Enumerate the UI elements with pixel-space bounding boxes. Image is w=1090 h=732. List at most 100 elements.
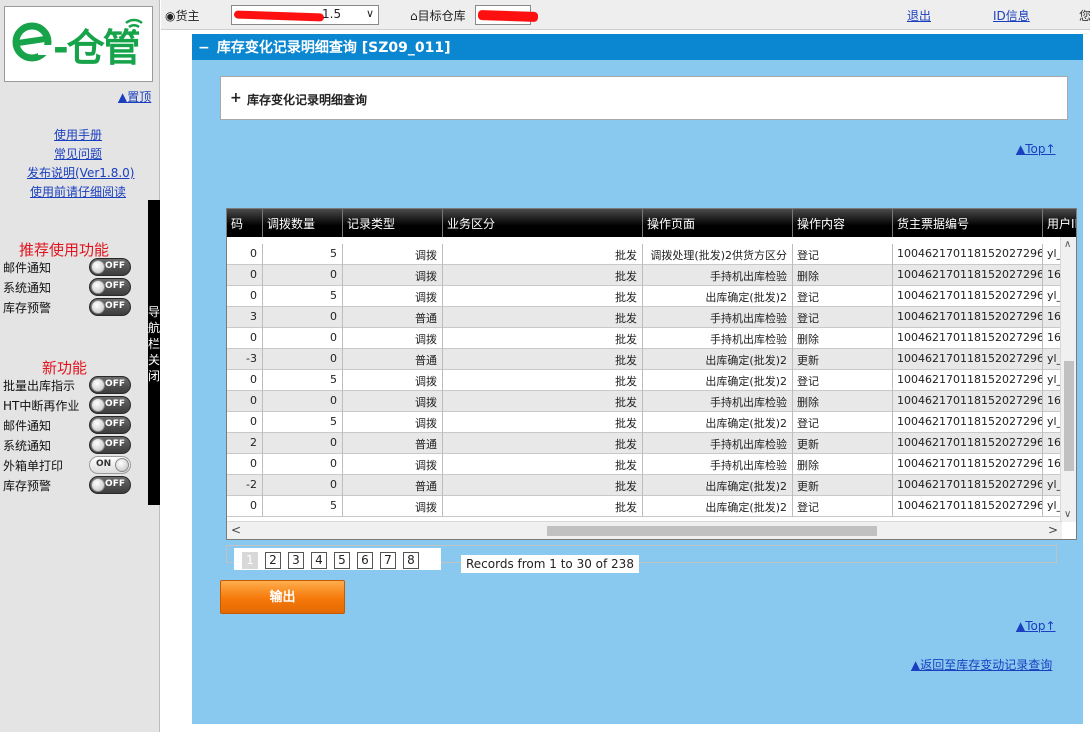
scroll-right-icon[interactable]: >: [1048, 523, 1058, 537]
scroll-left-icon[interactable]: <: [231, 523, 241, 537]
table-row[interactable]: 00调拨批发手持机出库检验删除1004621701181520272960001…: [227, 265, 1062, 286]
release-notes-link[interactable]: 发布说明(Ver1.8.0): [27, 164, 135, 181]
table-row[interactable]: -30普通批发出库确定(批发)2更新1004621701181520272960…: [227, 349, 1062, 370]
toggle-row: 系统通知 OFF: [3, 278, 131, 296]
toggle-knob: [91, 418, 105, 432]
table-row[interactable]: 05调拨批发出库确定(批发)2登记10046217011815202729600…: [227, 370, 1062, 391]
table-cell: 普通: [343, 349, 443, 370]
toggle-label: 邮件通知: [3, 261, 52, 275]
column-header[interactable]: 记录类型: [343, 209, 443, 237]
toggle-switch[interactable]: OFF: [89, 396, 131, 414]
scroll-down-icon[interactable]: ∨: [1064, 509, 1071, 520]
toggle-switch[interactable]: ON: [89, 456, 131, 474]
table-cell: 100462170118152027296000: [893, 349, 1043, 370]
vertical-scrollbar[interactable]: ∧ ∨: [1060, 237, 1076, 522]
table-cell: 登记: [793, 244, 893, 265]
user-manual-link[interactable]: 使用手册: [54, 126, 102, 143]
table-row[interactable]: 05调拨批发出库确定(批发)2登记10046217011815202729600…: [227, 286, 1062, 307]
page-button[interactable]: 3: [288, 552, 304, 569]
toggle-switch[interactable]: OFF: [89, 258, 131, 276]
column-header[interactable]: 用户ID: [1043, 209, 1076, 237]
table-cell: 100462170118152027296000: [893, 370, 1043, 391]
page-button[interactable]: 5: [334, 552, 350, 569]
toggle-switch[interactable]: OFF: [89, 298, 131, 316]
collapse-icon[interactable]: −: [198, 40, 212, 56]
column-header[interactable]: 操作内容: [793, 209, 893, 237]
grid-body: 0 5 调拨 批发 调拨处理(批发)2供货方区分 登记 100462170118152027…: [227, 244, 1062, 522]
logout-link[interactable]: 退出: [907, 7, 931, 24]
id-info-link[interactable]: ID信息: [993, 7, 1030, 24]
table-cell: 0: [227, 265, 263, 286]
table-cell: 批发: [443, 265, 643, 286]
panel-header[interactable]: − 库存变化记录明细查询 [SZ09_011]: [192, 34, 1083, 60]
table-cell: 0: [227, 370, 263, 391]
table-cell: 调拨: [343, 412, 443, 433]
top-link-bottom[interactable]: ▲Top↑: [1016, 619, 1056, 633]
column-header[interactable]: 操作页面: [643, 209, 793, 237]
column-header[interactable]: 货主票据编号: [893, 209, 1043, 237]
toggle-row: 邮件通知 OFF: [3, 258, 131, 276]
table-cell: 出库确定(批发)2: [643, 496, 793, 517]
pagination: 12345678: [234, 548, 441, 570]
toggle-row: 邮件通知 OFF: [3, 416, 131, 434]
table-cell: 100462170118152027296000: [893, 244, 1043, 265]
toggle-switch[interactable]: OFF: [89, 436, 131, 454]
table-cell: 调拨: [343, 265, 443, 286]
horizontal-scroll-thumb[interactable]: [547, 526, 877, 536]
chevron-down-icon: ∨: [365, 7, 374, 20]
top-link[interactable]: ▲Top↑: [1016, 142, 1056, 156]
table-cell: 调拨: [343, 286, 443, 307]
page-button[interactable]: 1: [242, 552, 258, 569]
table-cell: 更新: [793, 349, 893, 370]
toggle-switch[interactable]: OFF: [89, 278, 131, 296]
read-before-use-link[interactable]: 使用前请仔细阅读: [30, 183, 126, 200]
page-button[interactable]: 6: [357, 552, 373, 569]
table-row[interactable]: 0 5 调拨 批发 调拨处理(批发)2供货方区分 登记 100462170118152027…: [227, 244, 1062, 265]
table-cell: 5: [263, 286, 343, 307]
toggle-state: OFF: [105, 261, 125, 271]
page-button[interactable]: 7: [380, 552, 396, 569]
table-cell: 手持机出库检验: [643, 265, 793, 286]
toggle-switch[interactable]: OFF: [89, 416, 131, 434]
faq-link[interactable]: 常见问题: [54, 145, 102, 162]
table-cell: 批发: [443, 412, 643, 433]
table-row[interactable]: 05调拨批发出库确定(批发)2登记10046217011815202729600…: [227, 496, 1062, 517]
table-cell: 批发: [443, 307, 643, 328]
search-section[interactable]: + 库存变化记录明细查询: [220, 76, 1068, 120]
scroll-up-icon[interactable]: ∧: [1064, 239, 1071, 250]
table-cell: 删除: [793, 454, 893, 475]
column-header[interactable]: 调拨数量: [263, 209, 343, 237]
table-row[interactable]: 05调拨批发出库确定(批发)2登记10046217011815202729600…: [227, 412, 1062, 433]
table-row[interactable]: -20普通批发出库确定(批发)2更新1004621701181520272960…: [227, 475, 1062, 496]
greeting-text: 您: [1079, 9, 1090, 23]
toggle-state: OFF: [105, 281, 125, 291]
horizontal-scrollbar[interactable]: < >: [227, 521, 1062, 539]
toggle-knob: [91, 438, 105, 452]
vertical-scroll-thumb[interactable]: [1064, 361, 1074, 471]
top-bar: ◉货主 1.5 ∨ ⌂目标仓库 退出 ID信息 您: [161, 0, 1090, 30]
page-button[interactable]: 2: [265, 552, 281, 569]
redaction-mark: [233, 10, 325, 22]
back-to-query-link[interactable]: ▲返回至库存变动记录查询: [911, 656, 1052, 673]
toggle-switch[interactable]: OFF: [89, 476, 131, 494]
owner-select[interactable]: 1.5 ∨: [231, 5, 379, 25]
table-row[interactable]: 00调拨批发手持机出库检验删除1004621701181520272960001…: [227, 328, 1062, 349]
export-button[interactable]: 输出: [220, 580, 345, 614]
table-cell: 100462170118152027296000: [893, 328, 1043, 349]
table-cell: 100462170118152027296000: [893, 391, 1043, 412]
table-row[interactable]: 00调拨批发手持机出库检验删除1004621701181520272960001…: [227, 454, 1062, 475]
column-header[interactable]: 业务区分: [443, 209, 643, 237]
column-header[interactable]: 码: [227, 209, 263, 237]
nav-collapse-bar[interactable]: 导航栏关闭: [148, 200, 160, 505]
table-row[interactable]: 00调拨批发手持机出库检验删除1004621701181520272960001…: [227, 391, 1062, 412]
table-row[interactable]: 30普通批发手持机出库检验登记1004621701181520272960001…: [227, 307, 1062, 328]
to-top-link[interactable]: ▲置顶: [118, 88, 151, 105]
expand-icon[interactable]: +: [230, 90, 242, 106]
warehouse-select[interactable]: [475, 5, 539, 25]
toggle-switch[interactable]: OFF: [89, 376, 131, 394]
page-button[interactable]: 8: [403, 552, 419, 569]
page-button[interactable]: 4: [311, 552, 327, 569]
toggle-state: OFF: [105, 439, 125, 449]
table-row[interactable]: 20普通批发手持机出库检验更新1004621701181520272960001…: [227, 433, 1062, 454]
table-cell: 0: [227, 496, 263, 517]
